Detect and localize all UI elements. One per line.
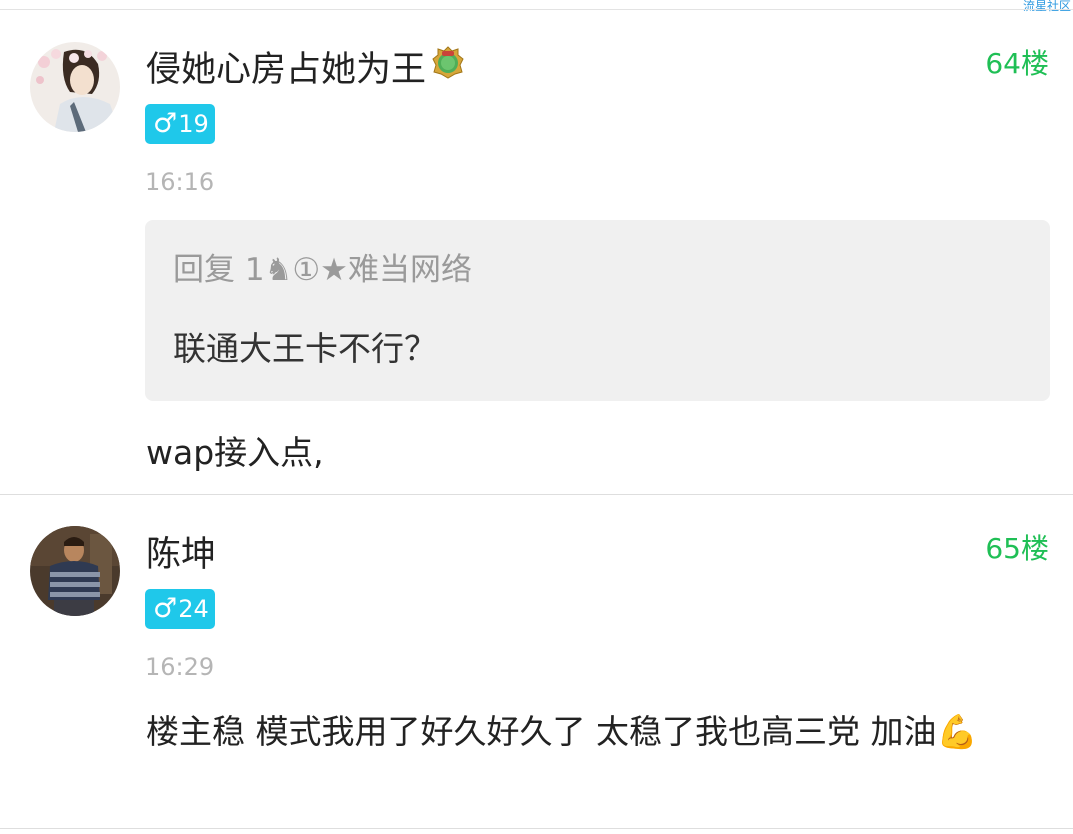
post-floor-65: 陈坤 65楼 ♂24 16:29 楼主稳 模式我用了好久好久了 太稳了我也高三党… [0, 495, 1073, 828]
avatar-image [30, 526, 120, 616]
post-divider [0, 828, 1073, 829]
post-time: 16:16 [145, 168, 215, 196]
avatar-image [30, 42, 120, 132]
post-time: 16:29 [145, 653, 215, 681]
username[interactable]: 侵她心房占她为王 [146, 45, 466, 94]
age-label: 24 [178, 595, 209, 623]
quote-text: 联通大王卡不行？ [173, 329, 437, 368]
floor-number: 65楼 [985, 532, 1049, 565]
age-label: 19 [178, 110, 209, 138]
post-content: wap接入点, [146, 433, 324, 472]
male-icon: ♂ [153, 593, 178, 624]
floor-number: 64楼 [985, 47, 1049, 80]
quoted-reply[interactable]: 回复 1♞①★难当网络 联通大王卡不行？ [145, 220, 1050, 401]
level-crest-icon [430, 45, 466, 90]
post-content: 楼主稳 模式我用了好久好久了 太稳了我也高三党 加油💪 [146, 712, 978, 751]
gender-age-badge: ♂24 [145, 589, 215, 629]
gender-age-badge: ♂19 [145, 104, 215, 144]
avatar[interactable] [30, 42, 120, 132]
avatar[interactable] [30, 526, 120, 616]
male-icon: ♂ [153, 108, 178, 139]
post-floor-64: 侵她心房占她为王 64楼 ♂19 16:16 回复 1♞①★难当网络 联通大王卡… [0, 10, 1073, 494]
quote-header: 回复 1♞①★难当网络 [173, 252, 472, 288]
username[interactable]: 陈坤 [146, 533, 216, 577]
